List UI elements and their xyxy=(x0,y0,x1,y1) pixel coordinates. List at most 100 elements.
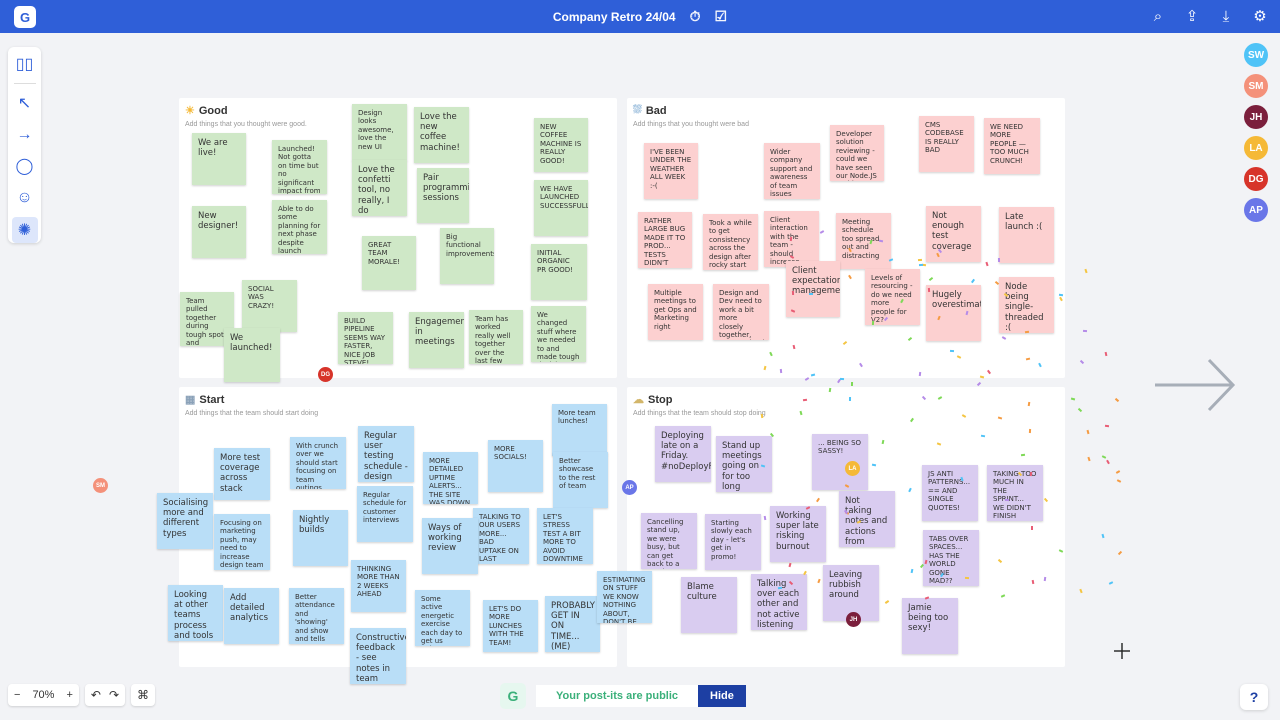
start-sticky-note[interactable]: Focusing on marketing push, may need to … xyxy=(214,514,270,570)
bad-sticky-note[interactable]: Late launch :( xyxy=(999,207,1054,263)
bad-sticky-note[interactable]: RATHER LARGE BUG MADE IT TO PROD... TEST… xyxy=(638,212,692,268)
avatar-jh[interactable]: JH xyxy=(1244,105,1268,129)
zoom-out-button[interactable]: − xyxy=(8,689,26,701)
start-sticky-note[interactable]: ESTIMATING ON STUFF WE KNOW NOTHING ABOU… xyxy=(597,571,652,623)
stop-sticky-note[interactable]: Stand up meetings going on for too long xyxy=(716,436,772,492)
good-sticky-note[interactable]: BUILD PIPELINE SEEMS WAY FASTER, NICE JO… xyxy=(338,312,393,364)
stop-sticky-note[interactable]: TAKING TOO MUCH IN THE SPRINT... WE DIDN… xyxy=(987,465,1043,521)
good-sticky-note[interactable]: GREAT TEAM MORALE! xyxy=(362,236,416,290)
good-sticky-note[interactable]: Love the confetti tool, no really, I do xyxy=(352,160,407,216)
start-sticky-note[interactable]: Looking at other teams process and tools… xyxy=(168,585,223,641)
stop-sticky-note[interactable]: Talking over each other and not active l… xyxy=(751,574,807,630)
download-icon[interactable]: ⤓ xyxy=(1216,6,1236,26)
select-tool[interactable]: ↖ xyxy=(12,90,38,116)
start-sticky-note[interactable]: Constructive feedback - see notes in tea… xyxy=(350,628,406,684)
stop-sticky-note[interactable]: Starting slowly each day - let's get in … xyxy=(705,514,761,570)
stop-sticky-note[interactable]: JS ANTI PATTERNS... == AND SINGLE QUOTES… xyxy=(922,465,978,521)
start-sticky-note[interactable]: Add detailed analytics xyxy=(224,588,279,644)
good-sticky-note[interactable]: Team has worked really well together ove… xyxy=(469,310,523,364)
celebrate-tool[interactable]: ✺ xyxy=(11,217,38,243)
good-sticky-note[interactable]: Launched! Not gotta on time but no signi… xyxy=(272,140,327,194)
avatar-dg[interactable]: DG xyxy=(1244,167,1268,191)
emoji-tool[interactable]: ☺ xyxy=(12,185,38,211)
good-sticky-note[interactable]: Love the new coffee machine! xyxy=(414,107,469,163)
bad-sticky-note[interactable]: Node being single-threaded :( xyxy=(999,277,1054,333)
avatar-ap[interactable]: AP xyxy=(1244,198,1268,222)
start-sticky-note[interactable]: With crunch over we should start focusin… xyxy=(290,437,346,489)
start-sticky-note[interactable]: Better attendance and 'showing' and show… xyxy=(289,588,344,644)
stop-sticky-note[interactable]: Working super late risking burnout xyxy=(770,506,826,562)
start-sticky-note[interactable]: Some active energetic exercise each day … xyxy=(415,590,470,646)
comment-tool[interactable]: ◯ xyxy=(12,153,38,179)
settings-icon[interactable]: ⚙ xyxy=(1250,6,1270,26)
start-sticky-note[interactable]: More test coverage across stack xyxy=(214,448,270,500)
bad-sticky-note[interactable]: CMS CODEBASE IS REALLY BAD xyxy=(919,116,974,172)
stop-sticky-note[interactable]: Not taking notes and actions from retros xyxy=(839,491,895,547)
checklist-icon[interactable]: ☑ xyxy=(715,8,728,25)
start-sticky-note[interactable]: LET'S DO MORE LUNCHES WITH THE TEAM! xyxy=(483,600,538,652)
start-sticky-note[interactable]: Ways of working review xyxy=(422,518,478,574)
start-sticky-note[interactable]: PROBABLY GET IN ON TIME... (ME) xyxy=(545,596,600,652)
stop-sticky-note[interactable]: Blame culture xyxy=(681,577,737,633)
bad-sticky-note[interactable]: Design and Dev need to work a bit more c… xyxy=(713,284,769,340)
panel-title-stop[interactable]: ☁ Stop xyxy=(633,393,672,407)
zoom-in-button[interactable]: + xyxy=(60,689,78,701)
search-people-icon[interactable]: ⌕ xyxy=(1148,6,1168,26)
bad-sticky-note[interactable]: I'VE BEEN UNDER THE WEATHER ALL WEEK :-( xyxy=(644,143,698,199)
good-sticky-note[interactable]: We changed stuff where we needed to and … xyxy=(531,306,586,362)
panel-title-bad[interactable]: ⛆ Bad xyxy=(633,104,667,117)
bad-sticky-note[interactable]: Developer solution reviewing - could we … xyxy=(830,125,884,181)
good-sticky-note[interactable]: Pair programming sessions xyxy=(417,168,469,223)
good-sticky-note[interactable]: We launched! xyxy=(224,328,280,382)
stop-sticky-note[interactable]: ... BEING SO SASSY! xyxy=(812,434,868,490)
bad-sticky-note[interactable]: Multiple meetings to get Ops and Marketi… xyxy=(648,284,703,340)
start-sticky-note[interactable]: Better showcase to the rest of team xyxy=(553,452,608,508)
avatar-sw[interactable]: SW xyxy=(1244,43,1268,67)
start-sticky-note[interactable]: TALKING TO OUR USERS MORE... BAD UPTAKE … xyxy=(473,508,529,564)
redo-icon[interactable]: ↷ xyxy=(109,688,119,702)
undo-icon[interactable]: ↶ xyxy=(91,688,101,702)
bad-sticky-note[interactable]: Levels of resourcing - do we need more p… xyxy=(865,269,920,325)
arrow-tool[interactable]: → xyxy=(12,122,38,148)
panel-title-good[interactable]: ☀ Good xyxy=(185,104,228,118)
hide-button[interactable]: Hide xyxy=(698,685,746,707)
start-sticky-note[interactable]: Nightly builds xyxy=(293,510,348,566)
bad-sticky-note[interactable]: Took a while to get consistency across t… xyxy=(703,214,758,270)
good-sticky-note[interactable]: Engagement in meetings xyxy=(409,312,464,368)
bad-sticky-note[interactable]: Wider company support and awareness of t… xyxy=(764,143,820,199)
help-button[interactable]: ? xyxy=(1240,684,1268,710)
good-sticky-note[interactable]: New designer! xyxy=(192,206,246,258)
good-sticky-note[interactable]: Big functional improvements xyxy=(440,228,494,284)
start-sticky-note[interactable]: MORE SOCIALS! xyxy=(488,440,543,492)
good-sticky-note[interactable]: NEW COFFEE MACHINE IS REALLY GOOD! xyxy=(534,118,588,172)
avatar-la[interactable]: LA xyxy=(1244,136,1268,160)
bad-sticky-note[interactable]: Not enough test coverage xyxy=(926,206,981,262)
stop-sticky-note[interactable]: TABS OVER SPACES... HAS THE WORLD GONE M… xyxy=(923,530,979,586)
avatar-sm[interactable]: SM xyxy=(1244,74,1268,98)
good-sticky-note[interactable]: We are live! xyxy=(192,133,246,185)
good-sticky-note[interactable]: INITIAL ORGANIC PR GOOD! xyxy=(531,244,587,300)
panel-title-start[interactable]: ▦ Start xyxy=(185,393,224,407)
fit-button[interactable]: ⌘ xyxy=(131,684,156,706)
zoom-level[interactable]: 70% xyxy=(26,689,60,701)
start-sticky-note[interactable]: Regular user testing schedule - design o… xyxy=(358,426,414,482)
start-sticky-note[interactable]: Regular schedule for customer interviews xyxy=(357,486,413,542)
start-sticky-note[interactable]: THINKING MORE THAN 2 WEEKS AHEAD xyxy=(351,560,406,612)
big-arrow-shape[interactable] xyxy=(1153,355,1238,415)
good-sticky-note[interactable]: Able to do some planning for next phase … xyxy=(272,200,327,254)
start-sticky-note[interactable]: Socialising more and different types xyxy=(157,493,213,549)
good-sticky-note[interactable]: Design looks awesome, love the new UI xyxy=(352,104,407,161)
timer-icon[interactable]: ⏱ xyxy=(690,8,701,25)
start-sticky-note[interactable]: LET'S STRESS TEST A BIT MORE TO AVOID DO… xyxy=(537,508,593,564)
board-title[interactable]: Company Retro 24/04 xyxy=(553,10,676,24)
share-icon[interactable]: ⇪ xyxy=(1182,6,1202,26)
stop-sticky-note[interactable]: Jamie being too sexy! xyxy=(902,598,958,654)
good-sticky-note[interactable]: SOCIAL WAS CRAZY! xyxy=(242,280,297,332)
bad-sticky-note[interactable]: Hugely overestimating xyxy=(926,285,981,341)
bad-sticky-note[interactable]: Client expectation management xyxy=(786,261,840,317)
start-sticky-note[interactable]: More team lunches! xyxy=(552,404,607,456)
bad-sticky-note[interactable]: WE NEED MORE PEOPLE — TOO MUCH CRUNCH! xyxy=(984,118,1040,174)
stop-sticky-note[interactable]: Cancelling stand up, we were busy, but c… xyxy=(641,513,697,569)
panels-tool[interactable]: ▯▯ xyxy=(12,51,38,77)
good-sticky-note[interactable]: WE HAVE LAUNCHED SUCCESSFULLY! xyxy=(534,180,588,236)
